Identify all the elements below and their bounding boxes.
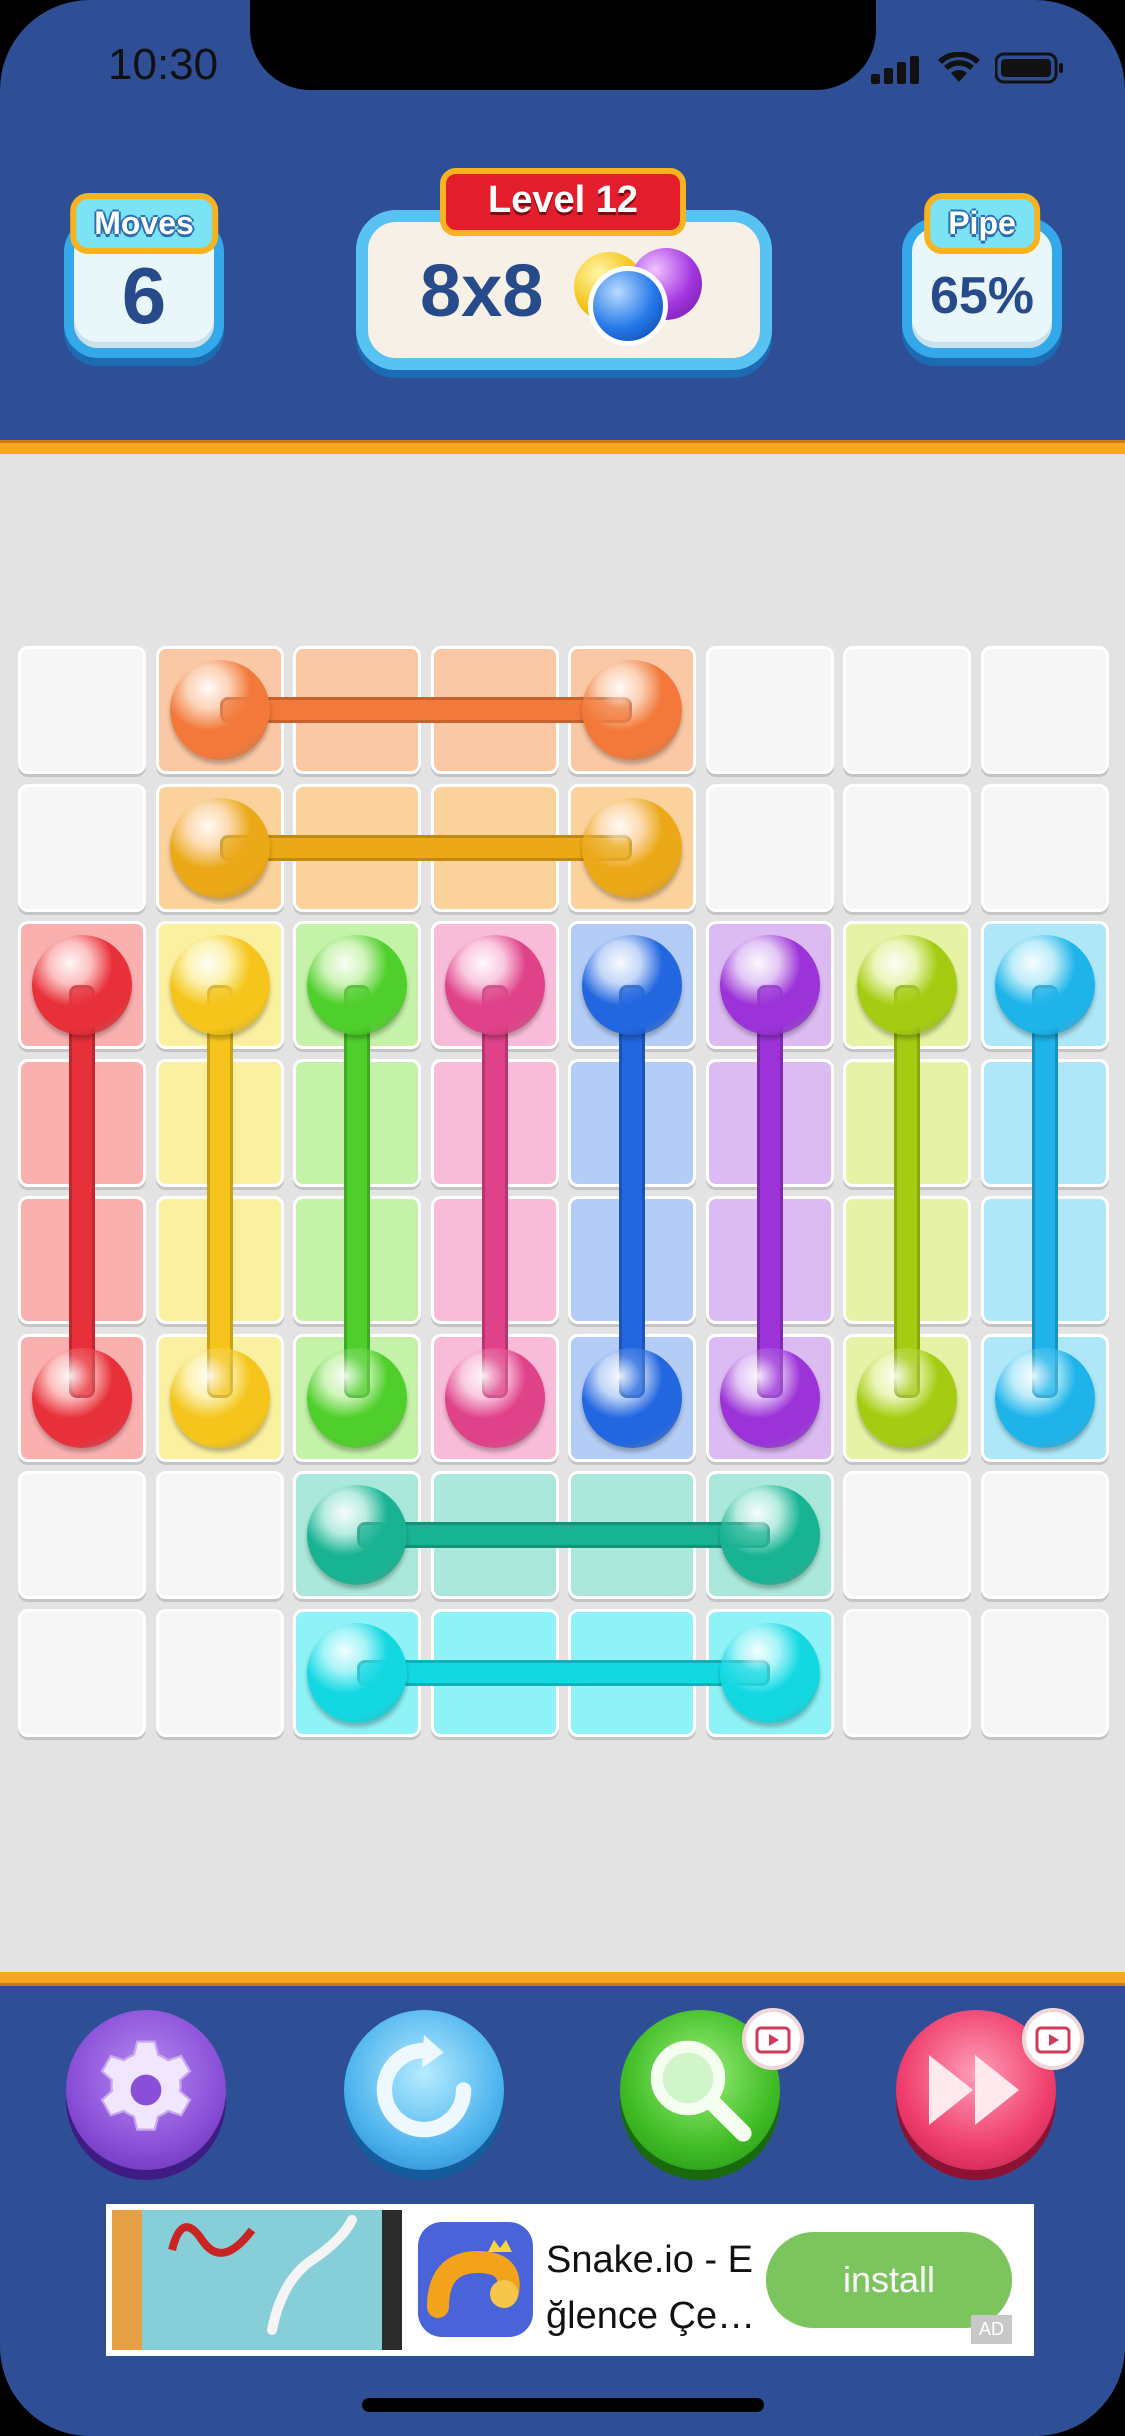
ball-cyan[interactable]: [719, 1622, 820, 1723]
grid-size-label: 8x8: [420, 249, 544, 332]
ball-cyan[interactable]: [307, 1622, 407, 1723]
pipe-purple[interactable]: [756, 985, 783, 1398]
ball-teal[interactable]: [307, 1485, 407, 1585]
pipe-lime[interactable]: [894, 985, 920, 1398]
ball-lime[interactable]: [857, 1347, 957, 1448]
notch: [250, 0, 876, 90]
pipe-orange-red[interactable]: [219, 697, 632, 723]
board-cell[interactable]: [705, 783, 834, 912]
settings-button[interactable]: [66, 2010, 226, 2170]
pipe-amber[interactable]: [219, 834, 632, 861]
board-cell[interactable]: [18, 1608, 146, 1737]
ball-purple[interactable]: [719, 1347, 820, 1448]
video-icon: [1035, 2026, 1071, 2054]
board-cell[interactable]: [980, 1471, 1109, 1599]
fast-forward-icon: [929, 2055, 1019, 2125]
moves-counter: Moves 6: [64, 193, 224, 358]
pipe-blue[interactable]: [619, 985, 645, 1398]
board-cell[interactable]: [18, 1471, 146, 1599]
board-cell[interactable]: [843, 1471, 971, 1599]
gear-icon: [100, 2040, 192, 2131]
video-icon: [755, 2026, 791, 2054]
board-cell[interactable]: [980, 646, 1109, 774]
bottom-divider: [0, 1972, 1125, 1986]
header-divider: [0, 440, 1125, 454]
pipe-cyan[interactable]: [357, 1659, 770, 1686]
pipe-yellow[interactable]: [206, 985, 233, 1398]
video-ad-badge: [1022, 2008, 1084, 2070]
undo-button[interactable]: [344, 2010, 504, 2170]
board-cell[interactable]: [980, 1608, 1109, 1737]
ball-sky[interactable]: [994, 935, 1095, 1035]
ball-green[interactable]: [307, 1347, 407, 1448]
ball-yellow[interactable]: [169, 1347, 270, 1448]
board-cell[interactable]: [843, 783, 971, 912]
pipe-pink[interactable]: [481, 985, 508, 1398]
ball-purple[interactable]: [719, 935, 820, 1035]
home-indicator[interactable]: [362, 2398, 764, 2412]
moves-value: 6: [121, 251, 167, 340]
board-cell[interactable]: [18, 783, 146, 912]
ad-banner[interactable]: Snake.io - E ğlence Çe… install AD: [106, 2204, 1034, 2356]
battery-icon: [995, 52, 1063, 84]
pipe-sky[interactable]: [1031, 985, 1058, 1398]
ball-orange-red[interactable]: [582, 660, 682, 760]
board-cell[interactable]: [843, 646, 971, 774]
ball-blue[interactable]: [582, 935, 682, 1035]
ball-pink[interactable]: [444, 1347, 545, 1448]
board-cell[interactable]: [705, 646, 834, 774]
ad-title-line2: ğlence Çe…: [546, 2295, 756, 2337]
pipe-label: Pipe: [924, 193, 1040, 254]
ad-app-icon: [418, 2222, 533, 2337]
signal-icon: [871, 54, 923, 84]
ball-amber[interactable]: [582, 797, 682, 898]
board-cell[interactable]: [18, 646, 146, 774]
ball-orange-red[interactable]: [169, 660, 270, 760]
ad-screenshot-image: [112, 2210, 402, 2350]
pipe-counter: Pipe 65%: [902, 193, 1062, 358]
ad-badge: AD: [970, 2315, 1012, 2344]
board-cell[interactable]: [155, 1608, 284, 1737]
ball-blue[interactable]: [582, 1347, 682, 1448]
video-ad-badge: [742, 2008, 804, 2070]
refresh-icon: [376, 2035, 472, 2138]
pipe-green[interactable]: [344, 985, 370, 1398]
magnifier-icon: [650, 2040, 752, 2142]
pipe-value: 65%: [929, 267, 1035, 325]
ball-sky[interactable]: [994, 1347, 1095, 1448]
ball-teal[interactable]: [719, 1485, 820, 1585]
ball-red[interactable]: [32, 935, 132, 1035]
board-cell[interactable]: [980, 783, 1109, 912]
ball-green[interactable]: [307, 935, 407, 1035]
ball-amber[interactable]: [169, 797, 270, 898]
ball-lime[interactable]: [857, 935, 957, 1035]
board-cell[interactable]: [155, 1471, 284, 1599]
ball-red[interactable]: [32, 1347, 132, 1448]
pipe-red[interactable]: [69, 985, 95, 1398]
ball-pink[interactable]: [444, 935, 545, 1035]
board-cell[interactable]: [843, 1608, 971, 1737]
status-time: 10:30: [108, 40, 219, 89]
level-label: Level 12: [440, 168, 686, 236]
moves-label: Moves: [70, 193, 218, 254]
ad-install-button[interactable]: install: [766, 2232, 1012, 2328]
ball-yellow[interactable]: [169, 935, 270, 1035]
status-icons: [871, 52, 1065, 84]
wifi-icon: [938, 52, 980, 82]
pipe-teal[interactable]: [357, 1522, 770, 1548]
game-screen: 10:30 Moves 6 Level 12 8x8 Pipe 65% Snak…: [0, 0, 1125, 2436]
